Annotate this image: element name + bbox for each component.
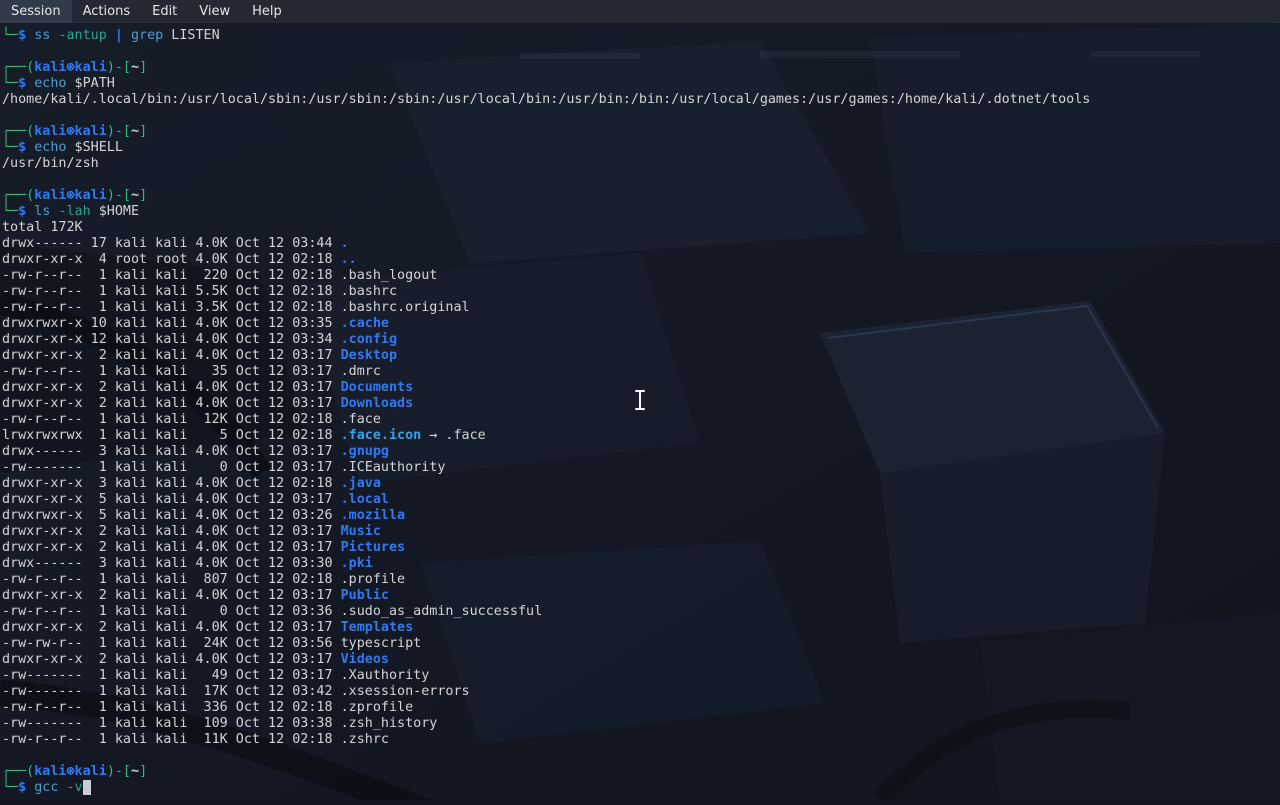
menu-bar: Session Actions Edit View Help [0, 0, 1280, 23]
terminal-line: drwxr-xr-x 2 kali kali 4.0K Oct 12 03:17… [2, 380, 414, 395]
terminal-line: -rw-r--r-- 1 kali kali 12K Oct 12 02:18 … [2, 412, 381, 427]
terminal-line: -rw------- 1 kali kali 49 Oct 12 03:17 .… [2, 668, 430, 683]
terminal-line: └─$ echo $PATH [2, 76, 115, 91]
terminal-line: drwxrwxr-x 10 kali kali 4.0K Oct 12 03:3… [2, 316, 389, 331]
terminal-line: drwxr-xr-x 2 kali kali 4.0K Oct 12 03:17… [2, 540, 406, 555]
terminal-line: total 172K [2, 220, 83, 235]
terminal-line: └─$ echo $SHELL [2, 140, 123, 155]
terminal-line: -rw-r--r-- 1 kali kali 5.5K Oct 12 02:18… [2, 284, 398, 299]
terminal-line: ┌──(kali⊛kali)-[~] [2, 60, 148, 75]
terminal-line: -rw-r--r-- 1 kali kali 0 Oct 12 03:36 .s… [2, 604, 543, 619]
terminal-line: -rw-r--r-- 1 kali kali 35 Oct 12 03:17 .… [2, 364, 381, 379]
terminal-line: drwxr-xr-x 2 kali kali 4.0K Oct 12 03:17… [2, 620, 414, 635]
terminal-line: -rw------- 1 kali kali 0 Oct 12 03:17 .I… [2, 460, 446, 475]
terminal-line: -rw-r--r-- 1 kali kali 220 Oct 12 02:18 … [2, 268, 438, 283]
terminal-line: -rw------- 1 kali kali 17K Oct 12 03:42 … [2, 684, 470, 699]
terminal-line: drwxrwxr-x 5 kali kali 4.0K Oct 12 03:26… [2, 508, 406, 523]
terminal-line: -rw-rw-r-- 1 kali kali 24K Oct 12 03:56 … [2, 636, 422, 651]
menu-actions[interactable]: Actions [72, 0, 142, 23]
terminal-line: drwxr-xr-x 4 root root 4.0K Oct 12 02:18… [2, 252, 357, 267]
terminal-line: drwxr-xr-x 2 kali kali 4.0K Oct 12 03:17… [2, 652, 389, 667]
menu-session[interactable]: Session [0, 0, 72, 23]
terminal-line: ┌──(kali⊛kali)-[~] [2, 764, 148, 779]
terminal-line: drwxr-xr-x 5 kali kali 4.0K Oct 12 03:17… [2, 492, 389, 507]
terminal-line: /usr/bin/zsh [2, 156, 99, 171]
terminal-line: drwxr-xr-x 2 kali kali 4.0K Oct 12 03:17… [2, 396, 414, 411]
menu-view[interactable]: View [188, 0, 241, 23]
terminal-line: /home/kali/.local/bin:/usr/local/sbin:/u… [2, 92, 1091, 107]
terminal-line: drwxr-xr-x 2 kali kali 4.0K Oct 12 03:17… [2, 588, 389, 603]
terminal-line: -rw-r--r-- 1 kali kali 336 Oct 12 02:18 … [2, 700, 414, 715]
terminal-line: drwxr-xr-x 3 kali kali 4.0K Oct 12 02:18… [2, 476, 381, 491]
terminal-line: drwx------ 3 kali kali 4.0K Oct 12 03:17… [2, 444, 389, 459]
terminal-line: lrwxrwxrwx 1 kali kali 5 Oct 12 02:18 .f… [2, 428, 486, 443]
terminal-output[interactable]: └─$ ss -antup | grep LISTEN ┌──(kali⊛kali… [0, 23, 1280, 805]
terminal-line: └─$ gcc -v [2, 780, 1280, 796]
terminal-line: -rw-r--r-- 1 kali kali 807 Oct 12 02:18 … [2, 572, 406, 587]
terminal-line: drwxr-xr-x 12 kali kali 4.0K Oct 12 03:3… [2, 332, 398, 347]
terminal-line: ┌──(kali⊛kali)-[~] [2, 188, 148, 203]
terminal-line: -rw-r--r-- 1 kali kali 3.5K Oct 12 02:18… [2, 300, 470, 315]
menu-edit[interactable]: Edit [141, 0, 188, 23]
terminal-line: drwx------ 3 kali kali 4.0K Oct 12 03:30… [2, 556, 373, 571]
terminal-line: └─$ ls -lah $HOME [2, 204, 140, 219]
terminal-line: drwxr-xr-x 2 kali kali 4.0K Oct 12 03:17… [2, 348, 398, 363]
terminal-line: -rw------- 1 kali kali 109 Oct 12 03:38 … [2, 716, 438, 731]
terminal-line: ┌──(kali⊛kali)-[~] [2, 124, 148, 139]
terminal-line: └─$ ss -antup | grep LISTEN [2, 28, 220, 43]
menu-help[interactable]: Help [241, 0, 293, 23]
terminal-line: drwx------ 17 kali kali 4.0K Oct 12 03:4… [2, 236, 349, 251]
terminal-line: drwxr-xr-x 2 kali kali 4.0K Oct 12 03:17… [2, 524, 381, 539]
terminal-line: -rw-r--r-- 1 kali kali 11K Oct 12 02:18 … [2, 732, 389, 747]
